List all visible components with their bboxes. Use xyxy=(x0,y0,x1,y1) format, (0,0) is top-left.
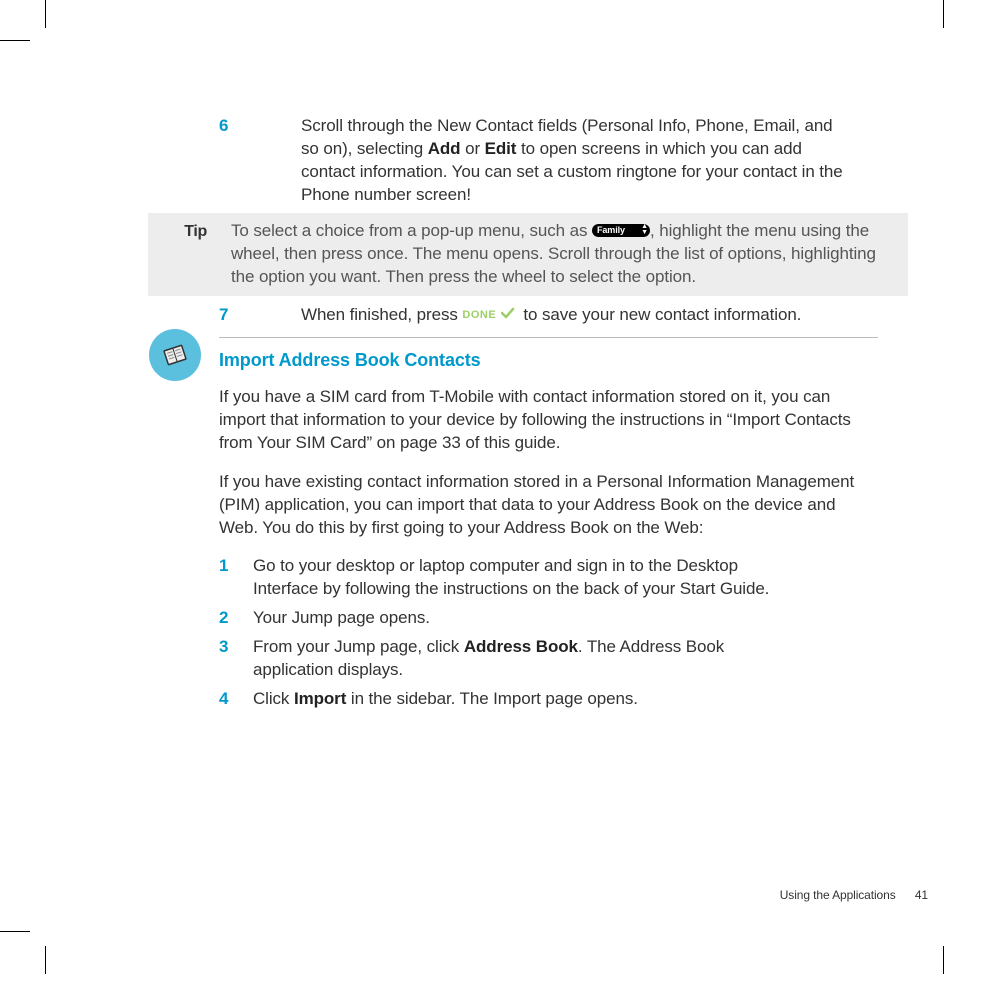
list-text: From your Jump page, click Address Book.… xyxy=(253,636,878,682)
page-number: 41 xyxy=(915,888,928,902)
step-7-row: 7 When finished, press DONE to save your… xyxy=(148,304,908,327)
done-label: DONE xyxy=(462,309,496,321)
tip-text: To select a choice from a pop-up menu, s… xyxy=(231,220,908,289)
section-block: Import Address Book Contacts If you have… xyxy=(148,337,908,718)
text-span: When finished, press xyxy=(301,305,462,324)
list-item: 1 Go to your desktop or laptop computer … xyxy=(219,555,878,601)
bold-address-book: Address Book xyxy=(464,637,578,656)
list-number: 4 xyxy=(219,688,253,711)
text-span: Click xyxy=(253,689,294,708)
list-text: Your Jump page opens. xyxy=(253,607,878,630)
body-paragraph: If you have a SIM card from T-Mobile wit… xyxy=(219,386,878,455)
tip-label: Tip xyxy=(184,223,207,240)
family-dropdown-pill: Family ▲▼ xyxy=(592,224,650,237)
pill-label: Family xyxy=(597,224,625,236)
crop-mark xyxy=(943,0,944,28)
updown-arrows-icon: ▲▼ xyxy=(641,224,647,236)
page-footer: Using the Applications 41 xyxy=(780,887,928,903)
step-6-row: 6 Scroll through the New Contact fields … xyxy=(148,115,908,207)
footer-section: Using the Applications xyxy=(780,888,896,902)
text-span: in the sidebar. The Import page opens. xyxy=(346,689,638,708)
list-number: 2 xyxy=(219,607,253,630)
list-item: 4 Click Import in the sidebar. The Impor… xyxy=(219,688,878,711)
text-span: to save your new contact information. xyxy=(523,305,801,324)
bold-import: Import xyxy=(294,689,346,708)
text-span: or xyxy=(460,139,484,158)
list-item: 2 Your Jump page opens. xyxy=(219,607,878,630)
crop-mark xyxy=(45,0,46,28)
crop-mark xyxy=(0,40,30,41)
step-text: Scroll through the New Contact fields (P… xyxy=(301,115,908,207)
list-text: Go to your desktop or laptop computer an… xyxy=(253,555,878,601)
bold-edit: Edit xyxy=(485,139,517,158)
step-number: 6 xyxy=(219,115,253,138)
list-number: 1 xyxy=(219,555,253,578)
crop-mark xyxy=(943,946,944,974)
bold-add: Add xyxy=(428,139,461,158)
list-number: 3 xyxy=(219,636,253,659)
crop-mark xyxy=(0,931,30,932)
text-span: From your Jump page, click xyxy=(253,637,464,656)
body-paragraph: If you have existing contact information… xyxy=(219,471,878,540)
crop-mark xyxy=(45,946,46,974)
address-book-icon xyxy=(149,329,201,381)
tip-box: Tip To select a choice from a pop-up men… xyxy=(148,213,908,296)
list-item: 3 From your Jump page, click Address Boo… xyxy=(219,636,878,682)
step-number: 7 xyxy=(219,304,253,327)
step-text: When finished, press DONE to save your n… xyxy=(301,304,908,327)
text-span: To select a choice from a pop-up menu, s… xyxy=(231,221,592,240)
page-content: 6 Scroll through the New Contact fields … xyxy=(148,115,908,723)
section-rule xyxy=(219,337,878,338)
list-text: Click Import in the sidebar. The Import … xyxy=(253,688,878,711)
checkmark-icon xyxy=(501,303,519,326)
section-title: Import Address Book Contacts xyxy=(219,348,878,372)
